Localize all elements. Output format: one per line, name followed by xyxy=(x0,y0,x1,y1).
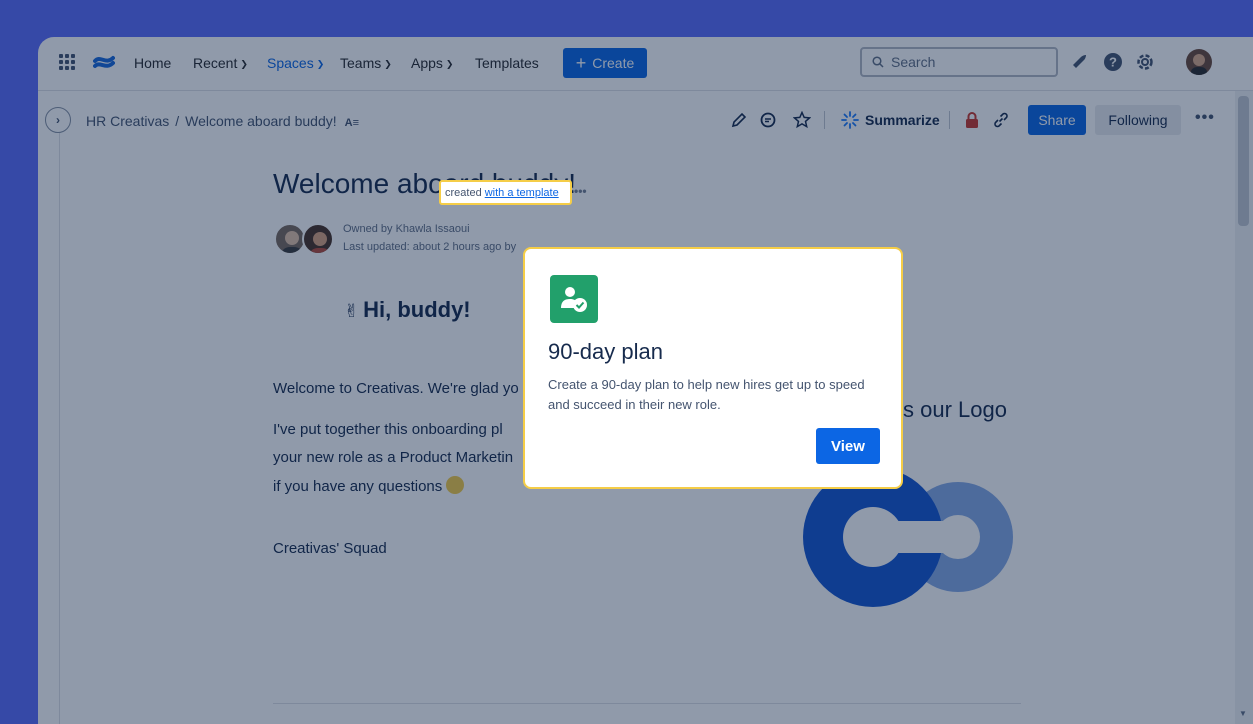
scrollbar-thumb[interactable] xyxy=(1238,96,1249,226)
logo-heading: s our Logo xyxy=(903,397,1007,422)
breadcrumb-page[interactable]: Welcome aboard buddy! xyxy=(185,113,337,129)
paragraph-onboarding-2: your new role as a Product Marketin xyxy=(273,449,514,466)
sparkle-icon xyxy=(841,111,859,129)
edit-pencil-icon[interactable] xyxy=(728,109,750,131)
help-icon[interactable]: ? xyxy=(1102,51,1124,73)
settings-gear-icon[interactable] xyxy=(1134,51,1156,73)
star-icon[interactable] xyxy=(791,109,813,131)
nav-apps[interactable]: Apps ❯ xyxy=(411,55,453,71)
chevron-down-icon: ❯ xyxy=(445,59,454,69)
greeting-text: Hi, buddy! xyxy=(363,297,471,322)
nav-templates[interactable]: Templates xyxy=(475,55,539,71)
summarize-button[interactable]: Summarize xyxy=(841,111,940,129)
restrictions-lock-icon[interactable] xyxy=(961,109,983,131)
top-navigation: Home Recent ❯ Spaces ❯ Teams ❯ Apps ❯ Templa… xyxy=(38,37,1253,91)
create-button[interactable]: + Create xyxy=(563,48,647,78)
nav-recent[interactable]: Recent ❯ xyxy=(193,55,248,71)
breadcrumb-space[interactable]: HR Creativas xyxy=(86,113,169,129)
owner-info: Owned by Khawla Issaoui xyxy=(343,223,470,235)
toolbar-divider xyxy=(824,111,825,129)
breadcrumb: HR Creativas / Welcome aboard buddy! A≡ xyxy=(86,113,359,129)
paragraph-onboarding-1: I've put together this onboarding pl xyxy=(273,421,503,438)
byline-more-icon[interactable]: ••• xyxy=(574,184,587,198)
paragraph-welcome: Welcome to Creativas. We're glad yo xyxy=(273,380,519,397)
chevron-down-icon: ❯ xyxy=(384,59,392,69)
paragraph-onboarding-3: if you have any questions xyxy=(273,476,465,495)
contributors-avatars[interactable] xyxy=(274,223,336,255)
greeting-heading: ✌ Hi, buddy! xyxy=(344,297,471,323)
svg-text:?: ? xyxy=(1109,55,1117,70)
nav-teams[interactable]: Teams ❯ xyxy=(340,55,392,71)
popup-description: Create a 90-day plan to help new hires g… xyxy=(548,377,865,412)
toolbar-divider xyxy=(949,111,950,129)
sidebar-divider xyxy=(59,133,60,724)
nav-spaces[interactable]: Spaces ❯ xyxy=(267,55,324,71)
nav-recent-label: Recent xyxy=(193,55,238,71)
smile-emoji-icon xyxy=(446,476,465,494)
breadcrumb-separator: / xyxy=(175,113,180,129)
create-label: Create xyxy=(592,55,635,71)
avatar[interactable] xyxy=(302,223,334,255)
waving-hand-icon: ✌ xyxy=(344,301,360,321)
notifications-icon[interactable] xyxy=(1068,51,1090,73)
signoff-text: Creativas' Squad xyxy=(273,540,387,557)
following-button[interactable]: Following xyxy=(1095,105,1181,135)
chevron-right-icon: › xyxy=(56,113,60,127)
last-updated-info: Last updated: about 2 hours ago by xyxy=(343,241,517,253)
nav-teams-label: Teams xyxy=(340,55,382,71)
share-button[interactable]: Share xyxy=(1028,105,1086,135)
plus-icon: + xyxy=(575,53,587,73)
template-popup: 90-day plan Create a 90-day plan to help… xyxy=(523,247,903,489)
expand-sidebar-button[interactable]: › xyxy=(45,107,71,133)
nav-apps-label: Apps xyxy=(411,55,443,71)
summarize-label: Summarize xyxy=(865,112,940,128)
app-switcher-icon[interactable] xyxy=(59,54,75,70)
paragraph-questions-text: if you have any questions xyxy=(273,478,443,495)
more-actions-icon[interactable]: ••• xyxy=(1195,109,1215,127)
created-text: created xyxy=(445,186,482,199)
scroll-down-arrow-icon[interactable]: ▼ xyxy=(1239,709,1247,718)
chevron-down-icon: ❯ xyxy=(316,59,325,69)
profile-avatar[interactable] xyxy=(1186,49,1212,75)
copy-link-icon[interactable] xyxy=(990,109,1012,131)
nav-home[interactable]: Home xyxy=(134,55,171,71)
search-icon xyxy=(872,56,884,68)
text-format-icon[interactable]: A≡ xyxy=(345,117,359,129)
popup-title: 90-day plan xyxy=(548,339,663,364)
created-with-template-highlight: created with a template xyxy=(439,180,572,205)
search-input[interactable]: Search xyxy=(860,47,1058,77)
person-check-icon xyxy=(550,275,598,323)
confluence-logo-icon[interactable] xyxy=(93,52,115,72)
template-link[interactable]: with a template xyxy=(485,187,559,199)
chevron-down-icon: ❯ xyxy=(240,59,248,69)
search-placeholder: Search xyxy=(891,54,936,70)
view-button[interactable]: View xyxy=(816,428,880,464)
comment-icon[interactable] xyxy=(757,109,779,131)
nav-spaces-label: Spaces xyxy=(267,55,314,71)
content-divider xyxy=(273,703,1021,704)
